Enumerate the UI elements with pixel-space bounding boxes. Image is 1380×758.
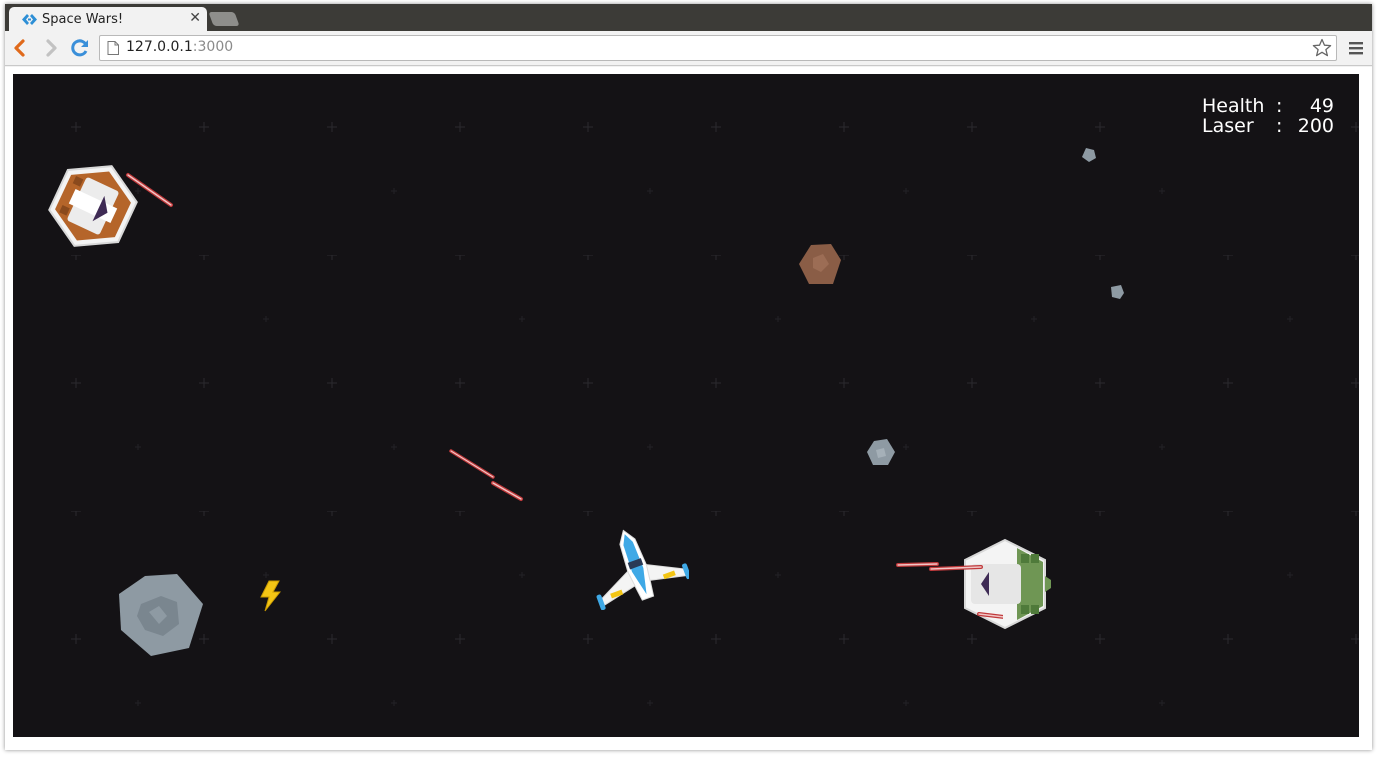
- browser-window: Space Wars! ✕ 127.0.0.1:3000 Health: 49…: [5, 4, 1372, 750]
- forward-arrow-icon[interactable]: [40, 37, 62, 59]
- tab-favicon-icon: [22, 14, 37, 25]
- laser-beam: [896, 562, 1003, 619]
- laser-separator: :: [1276, 115, 1283, 137]
- back-arrow-icon[interactable]: [9, 37, 31, 59]
- bookmark-star-icon[interactable]: [1312, 38, 1332, 58]
- laser-beam: [126, 173, 173, 207]
- player-ship: [596, 529, 689, 610]
- laser-row: Laser : 200: [1202, 116, 1334, 136]
- tab-title: Space Wars!: [42, 12, 124, 27]
- laser-value: 200: [1297, 115, 1334, 137]
- reload-icon[interactable]: [69, 37, 91, 59]
- asteroid-medium: [867, 439, 895, 465]
- address-bar[interactable]: 127.0.0.1:3000: [99, 35, 1337, 61]
- url-text: 127.0.0.1:3000: [126, 39, 233, 55]
- lightning-icon: [260, 580, 281, 612]
- asteroid-small: [1111, 285, 1124, 299]
- page-viewport: Health : 49 Laser : 200: [5, 67, 1372, 750]
- tab-space-wars[interactable]: Space Wars! ✕: [9, 7, 207, 32]
- url-port: :3000: [192, 39, 234, 55]
- browser-toolbar: 127.0.0.1:3000: [5, 31, 1372, 66]
- asteroid-large: [119, 574, 203, 656]
- tab-close-icon[interactable]: ✕: [189, 10, 201, 26]
- laser-label: Laser: [1202, 115, 1254, 137]
- page-icon: [107, 41, 119, 55]
- starfield-background: [13, 74, 1359, 737]
- health-label: Health: [1202, 95, 1265, 117]
- laser-beam: [449, 449, 523, 501]
- url-host: 127.0.0.1: [126, 39, 193, 55]
- game-canvas[interactable]: Health : 49 Laser : 200: [13, 74, 1359, 737]
- tab-strip: Space Wars! ✕: [5, 4, 1372, 32]
- asteroid-small: [1082, 148, 1096, 162]
- health-separator: :: [1276, 95, 1283, 117]
- health-row: Health : 49: [1202, 96, 1334, 116]
- health-value: 49: [1309, 95, 1334, 117]
- menu-icon[interactable]: [1348, 39, 1364, 57]
- hud: Health : 49 Laser : 200: [1202, 96, 1334, 136]
- asteroid-brown: [799, 244, 841, 284]
- new-tab-button[interactable]: [208, 12, 240, 26]
